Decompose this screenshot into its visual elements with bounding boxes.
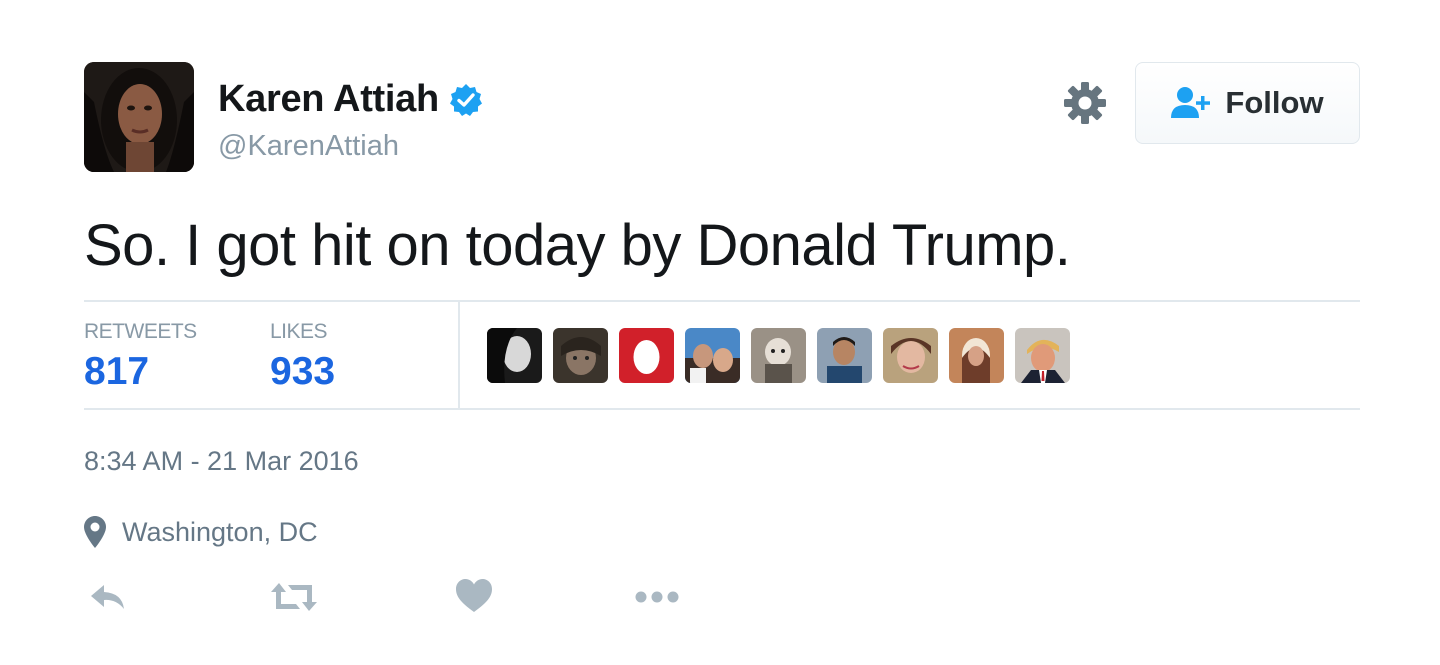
liker-avatar-3[interactable] (619, 328, 674, 383)
liker-avatars (487, 328, 1070, 383)
verified-badge-icon (449, 83, 483, 117)
liker-avatar-2[interactable] (553, 328, 608, 383)
liker-avatar-4[interactable] (685, 328, 740, 383)
more-icon[interactable] (634, 575, 680, 619)
likes-count[interactable]: 933 (270, 350, 335, 394)
tweet-actions (84, 575, 724, 619)
display-name-text[interactable]: Karen Attiah (218, 78, 439, 121)
liker-avatar-7[interactable] (883, 328, 938, 383)
display-name[interactable]: Karen Attiah (218, 78, 483, 121)
likes-label: LIKES (270, 320, 328, 343)
reply-icon[interactable] (88, 575, 128, 619)
gear-icon[interactable] (1062, 80, 1108, 126)
add-user-icon (1171, 86, 1211, 120)
retweets-stat[interactable]: RETWEETS 817 (84, 320, 197, 394)
retweet-icon[interactable] (270, 575, 318, 619)
follow-label: Follow (1225, 85, 1324, 120)
user-handle[interactable]: @KarenAttiah (218, 130, 399, 163)
location-pin-icon (84, 516, 106, 548)
liker-avatar-1[interactable] (487, 328, 542, 383)
retweets-label: RETWEETS (84, 320, 197, 343)
tweet-card: Karen Attiah @KarenAttiah Follow So. I g… (0, 0, 1440, 665)
tweet-text: So. I got hit on today by Donald Trump. (84, 213, 1071, 278)
retweets-count[interactable]: 817 (84, 350, 197, 394)
avatar[interactable] (84, 62, 194, 172)
tweet-stats: RETWEETS 817 LIKES 933 (84, 300, 1360, 410)
location-label: Washington, DC (122, 516, 318, 547)
stats-divider (458, 302, 460, 408)
likes-stat[interactable]: LIKES 933 (270, 320, 335, 394)
tweet-location[interactable]: Washington, DC (84, 516, 318, 548)
liker-avatar-6[interactable] (817, 328, 872, 383)
liker-avatar-5[interactable] (751, 328, 806, 383)
tweet-timestamp[interactable]: 8:34 AM - 21 Mar 2016 (84, 446, 359, 477)
liker-avatar-8[interactable] (949, 328, 1004, 383)
heart-icon[interactable] (456, 575, 492, 619)
follow-button[interactable]: Follow (1135, 62, 1360, 144)
liker-avatar-9[interactable] (1015, 328, 1070, 383)
